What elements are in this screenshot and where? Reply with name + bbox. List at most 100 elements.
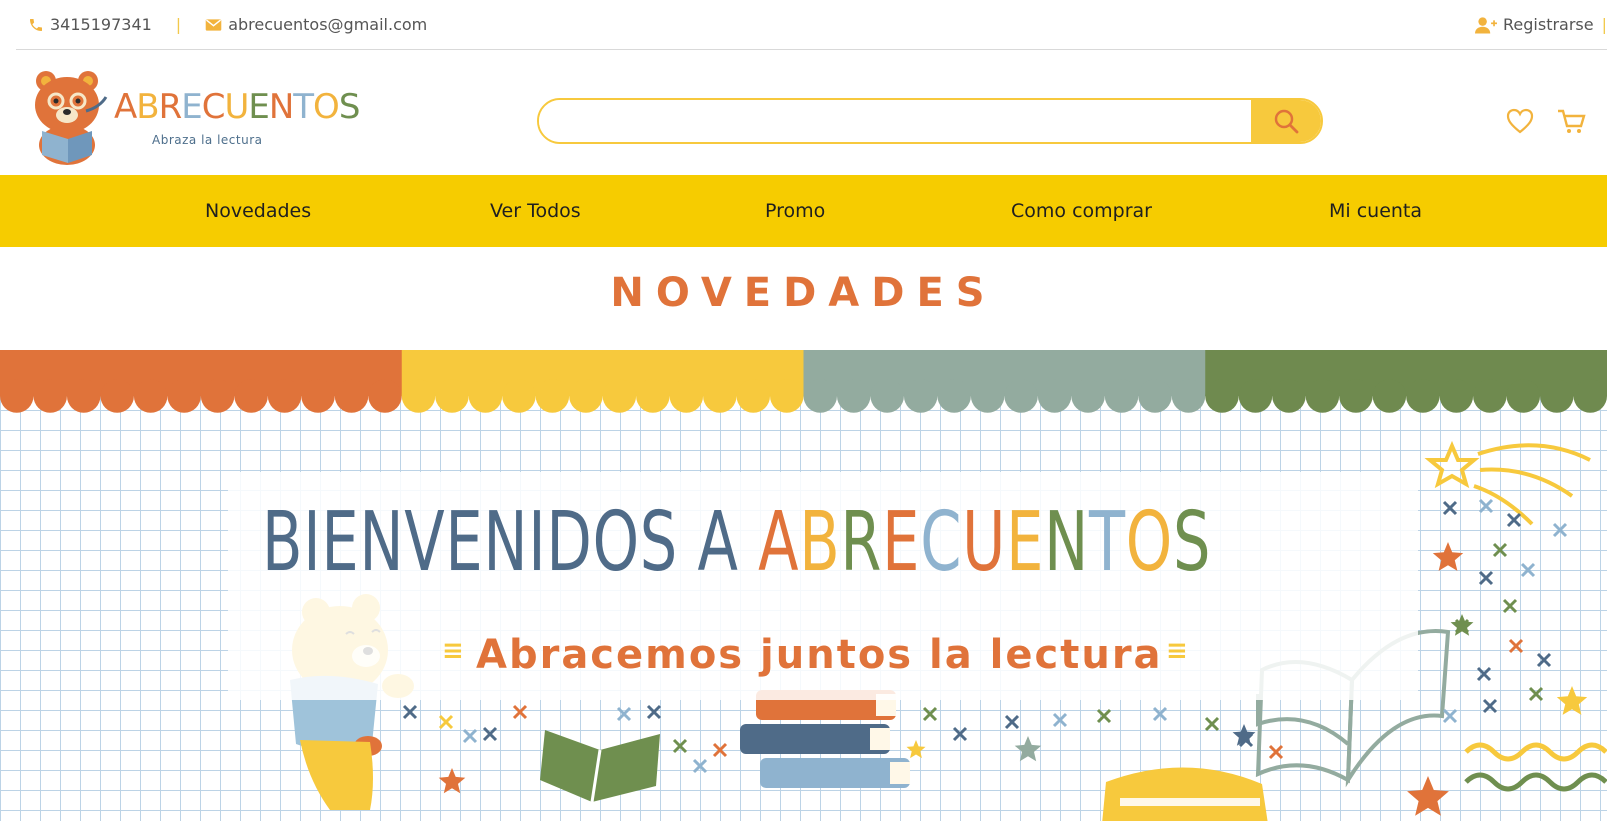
nav-item-mi-cuenta[interactable]: Mi cuenta	[1329, 175, 1422, 247]
awning-scallop	[1473, 379, 1507, 413]
sparkle-icon	[1508, 638, 1524, 654]
phone-contact[interactable]: 3415197341	[28, 15, 152, 34]
awning-scallop	[1272, 379, 1306, 413]
search-input[interactable]	[539, 100, 1251, 142]
logo-letter: E	[181, 87, 203, 127]
nav-item-promo[interactable]: Promo	[765, 175, 825, 247]
envelope-icon	[205, 18, 222, 31]
awning-scallop	[970, 379, 1005, 413]
star-icon	[1556, 686, 1588, 715]
register-link[interactable]: Registrarse |	[1475, 15, 1607, 34]
awning-scallop	[669, 379, 704, 413]
awning-scallop	[334, 379, 369, 413]
awning-scallop	[770, 379, 804, 413]
brand-letter: T	[1088, 495, 1126, 590]
search-button[interactable]	[1251, 100, 1321, 142]
logo-letter: O	[313, 87, 340, 127]
brand-letter: C	[920, 495, 963, 590]
site-logo[interactable]: ABRECUENTOS Abraza la lectura	[28, 67, 360, 167]
logo-letter: C	[201, 87, 226, 127]
nav-item-como-comprar[interactable]: Como comprar	[1011, 175, 1152, 247]
brand-letter: R	[840, 495, 883, 590]
sparkle-icon	[1492, 542, 1508, 558]
register-separator: |	[1601, 15, 1607, 34]
sparkle-icon	[1502, 598, 1518, 614]
logo-letter: S	[338, 87, 361, 127]
awning-scallop	[1540, 379, 1574, 413]
sparkle-icon	[952, 726, 968, 742]
awning-scallop	[200, 379, 235, 413]
header-icons	[1506, 108, 1586, 134]
sparkle-icon	[482, 726, 498, 742]
cart-icon[interactable]	[1556, 108, 1586, 134]
wavy-lines-icon	[1464, 742, 1607, 792]
welcome-prefix: BIENVENIDOS A	[262, 495, 759, 590]
star-icon	[1407, 776, 1449, 816]
sparkle-icon	[1268, 744, 1284, 760]
add-user-icon	[1475, 16, 1498, 33]
welcome-brand: ABRECUENTOS	[758, 495, 1211, 590]
sparkle-icon	[672, 738, 688, 754]
sparkle-icon	[692, 758, 708, 774]
awning-scallop	[1138, 379, 1172, 413]
search-bar	[537, 98, 1323, 144]
awning-scallop	[736, 379, 771, 413]
awning-scallop	[133, 379, 168, 413]
sparkle-icon	[1482, 698, 1498, 714]
brand-letter: E	[882, 495, 921, 590]
banner-slogan: Abracemos juntos la lectura	[476, 632, 1163, 678]
sparkle-icon	[1478, 570, 1494, 586]
sparkle-icon	[1004, 714, 1020, 730]
star-icon	[1014, 736, 1042, 762]
topbar-separator: |	[175, 15, 182, 34]
heart-icon[interactable]	[1506, 108, 1534, 134]
awning-scallop	[1205, 379, 1239, 413]
email-contact[interactable]: abrecuentos@gmail.com	[205, 15, 427, 34]
sparkle-icon	[438, 714, 454, 730]
sparkle-icon	[462, 728, 478, 744]
awning-scallop	[1439, 379, 1474, 413]
sparkle-icon	[922, 706, 938, 722]
nav-item-novedades[interactable]: Novedades	[205, 175, 311, 247]
awning-scallop	[167, 379, 201, 413]
awning-scallop	[0, 379, 34, 413]
book-stack-icon	[740, 690, 910, 788]
sparkle-icon	[1520, 562, 1536, 578]
sparkle-icon	[1052, 712, 1068, 728]
sparkle-icon	[1478, 498, 1494, 514]
awning	[0, 350, 1607, 413]
sparkle-icon	[1096, 708, 1112, 724]
awning-scallop	[1104, 379, 1139, 413]
star-icon	[906, 740, 926, 759]
logo-letter: B	[136, 87, 159, 127]
brand-letter: S	[1172, 495, 1212, 590]
slogan-mark-right: ≡	[1166, 636, 1188, 666]
star-icon	[1450, 614, 1474, 636]
logo-letter: A	[114, 87, 137, 127]
nav-item-ver-todos[interactable]: Ver Todos	[490, 175, 581, 247]
awning-scallop	[1506, 379, 1541, 413]
awning-scallop	[66, 379, 101, 413]
awning-scallop	[368, 379, 402, 413]
awning-scallop	[1406, 379, 1440, 413]
sparkle-icon	[1476, 666, 1492, 682]
brand-letter: A	[758, 495, 800, 590]
phone-number: 3415197341	[50, 15, 152, 34]
brand-letter: O	[1125, 495, 1173, 590]
sparkle-icon	[1152, 706, 1168, 722]
sparkle-icon	[512, 704, 528, 720]
search-icon	[1274, 109, 1299, 134]
awning-scallop	[1037, 379, 1072, 413]
awning-scallop	[1071, 379, 1105, 413]
top-bar: 3415197341 | abrecuentos@gmail.com Regis…	[16, 0, 1607, 50]
sparkle-icon	[1442, 500, 1458, 516]
sparkle-icon	[712, 742, 728, 758]
brand-letter: N	[1044, 495, 1089, 590]
awning-scallop	[870, 379, 904, 413]
awning-scallop	[903, 379, 938, 413]
awning-scallop	[602, 379, 637, 413]
sparkle-icon	[402, 704, 418, 720]
email-address: abrecuentos@gmail.com	[228, 15, 428, 34]
welcome-banner[interactable]: BIENVENIDOS A ABRECUENTOS ≡ Abracemos ju…	[0, 350, 1607, 821]
awning-scallop	[703, 379, 737, 413]
